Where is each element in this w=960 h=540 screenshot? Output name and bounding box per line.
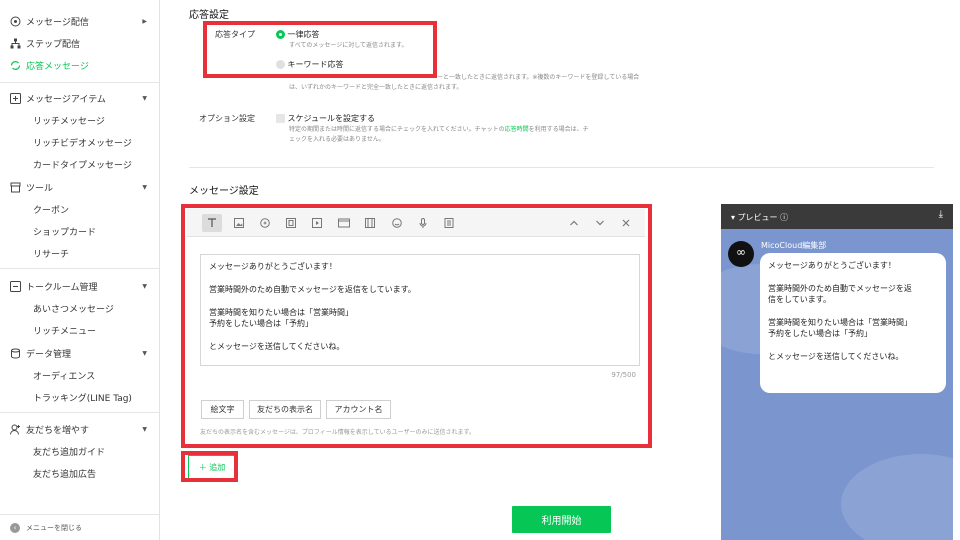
sidebar-item-research[interactable]: リサーチ [0,243,159,263]
chevron-right-icon: ▶ [142,17,147,25]
keyword-desc-line1: ーと一致したときに返信されます。※複数のキーワードを登録している場合 [437,74,640,81]
cloud-decoration [841,454,953,540]
sidebar-item-label: メッセージアイテム [26,94,106,105]
sidebar-item-audience[interactable]: オーディエンス [0,365,159,385]
sidebar-item-label: カードタイプメッセージ [33,160,132,171]
sidebar-item-rich-message[interactable]: リッチメッセージ [0,110,159,130]
option-settings-label: オプション設定 [199,114,255,123]
sidebar-item-add-friends[interactable]: 友だちを増やす ▼ [0,419,159,439]
close-menu-label: メニューを閉じる [26,523,82,532]
sidebar-item-tools[interactable]: ツール ▼ [0,177,159,197]
divider [0,82,159,83]
sidebar-item-friend-ads[interactable]: 友だち追加広告 [0,463,159,483]
preview-panel: ▾ プレビュー ⓘ ⤓ MicoCloud編集部 メッセージありがとうございます… [721,204,953,540]
response-section-title: 応答設定 [189,10,229,21]
chevron-down-icon: ▼ [142,282,147,290]
sidebar-item-label: トークルーム管理 [26,282,98,293]
sidebar-item-label: あいさつメッセージ [33,304,114,315]
sidebar-item-auto-response[interactable]: 応答メッセージ [0,55,159,75]
highlight-box-response-type [203,21,437,78]
sidebar-item-label: ショップカード [33,227,97,238]
response-time-link[interactable]: 応答時間 [505,126,529,133]
sidebar-item-label: データ管理 [26,349,72,360]
sidebar-item-rich-video[interactable]: リッチビデオメッセージ [0,132,159,152]
collapse-icon: ‹ [10,522,20,533]
highlight-box-editor [181,204,652,448]
schedule-checkbox[interactable]: スケジュールを設定する [276,113,375,124]
chevron-down-icon: ▼ [142,349,147,357]
sidebar-item-label: 友だち追加広告 [33,469,97,480]
sidebar-item-tracking[interactable]: トラッキング(LINE Tag) [0,387,159,407]
add-user-icon [10,424,21,435]
start-button[interactable]: 利用開始 [512,506,611,533]
schedule-desc-line1: 特定の期間または時間に返信する場合にチェックを入れてください。チャットの応答時間… [289,125,589,135]
preview-header[interactable]: ▾ プレビュー ⓘ ⤓ [721,204,953,229]
sidebar-item-label: リサーチ [33,249,70,260]
chevron-down-icon: ▼ [142,183,147,191]
sidebar-item-label: メッセージ配信 [26,17,89,28]
sidebar-item-message-delivery[interactable]: メッセージ配信 ▶ [0,11,159,31]
store-icon [10,182,21,193]
avatar [728,241,754,267]
message-section-title: メッセージ設定 [189,186,259,197]
schedule-desc-line2: ェックを入れる必要はありません。 [289,136,385,143]
sidebar-item-label: リッチメッセージ [33,116,105,127]
preview-title: ▾ プレビュー ⓘ [731,213,789,222]
chat-room-icon [10,280,21,292]
checkbox-icon [276,114,285,123]
sidebar-item-friend-guide[interactable]: 友だち追加ガイド [0,441,159,461]
sidebar-item-step-delivery[interactable]: ステップ配信 [0,33,159,53]
sidebar-item-coupon[interactable]: クーポン [0,199,159,219]
sidebar-item-label: リッチビデオメッセージ [33,138,132,149]
keyword-desc-line2: は、いずれかのキーワードと完全一致したときに返信されます。 [289,84,463,91]
sidebar-item-label: オーディエンス [33,371,96,382]
sidebar-item-message-items[interactable]: メッセージアイテム ▼ [0,88,159,108]
sidebar-item-talk-room[interactable]: トークルーム管理 ▼ [0,276,159,296]
highlight-box-add [181,451,238,482]
close-menu-button[interactable]: ‹ メニューを閉じる [0,514,159,540]
sidebar: メッセージ配信 ▶ ステップ配信 応答メッセージ メッセージアイテム ▼ リッチ… [0,0,160,540]
sidebar-item-label: リッチメニュー [33,326,97,337]
database-icon [10,348,21,359]
refresh-chat-icon [10,60,21,71]
download-icon[interactable]: ⤓ [939,209,943,220]
sidebar-item-card-type[interactable]: カードタイプメッセージ [0,154,159,174]
chevron-down-icon: ▼ [142,425,147,433]
sidebar-item-label: クーポン [33,205,70,216]
account-name: MicoCloud編集部 [761,241,827,250]
sidebar-item-label: 友だち追加ガイド [33,447,106,458]
hierarchy-icon [10,38,21,49]
sidebar-item-label: ツール [26,183,54,194]
divider [0,268,159,269]
sidebar-item-rich-menu[interactable]: リッチメニュー [0,320,159,340]
divider [189,167,934,168]
sidebar-item-label: 応答メッセージ [26,61,89,72]
schedule-desc-text: 特定の期間または時間に返信する場合にチェックを入れてください。チャットの [289,126,505,133]
sidebar-item-label: 友だちを増やす [26,425,90,436]
schedule-desc-text: を利用する場合は、チ [528,126,589,133]
sidebar-item-label: トラッキング(LINE Tag) [33,393,132,404]
sidebar-item-greeting[interactable]: あいさつメッセージ [0,298,159,318]
sidebar-item-data-management[interactable]: データ管理 ▼ [0,343,159,363]
sidebar-item-shop-card[interactable]: ショップカード [0,221,159,241]
schedule-label: スケジュールを設定する [287,114,375,123]
sidebar-item-label: ステップ配信 [26,39,81,50]
add-square-icon [10,92,21,104]
chevron-down-icon: ▼ [142,94,147,102]
chat-bubble: メッセージありがとうございます！ 営業時間外のため自動でメッセージを返 信をして… [760,253,946,393]
divider [0,412,159,413]
broadcast-icon [10,16,21,27]
